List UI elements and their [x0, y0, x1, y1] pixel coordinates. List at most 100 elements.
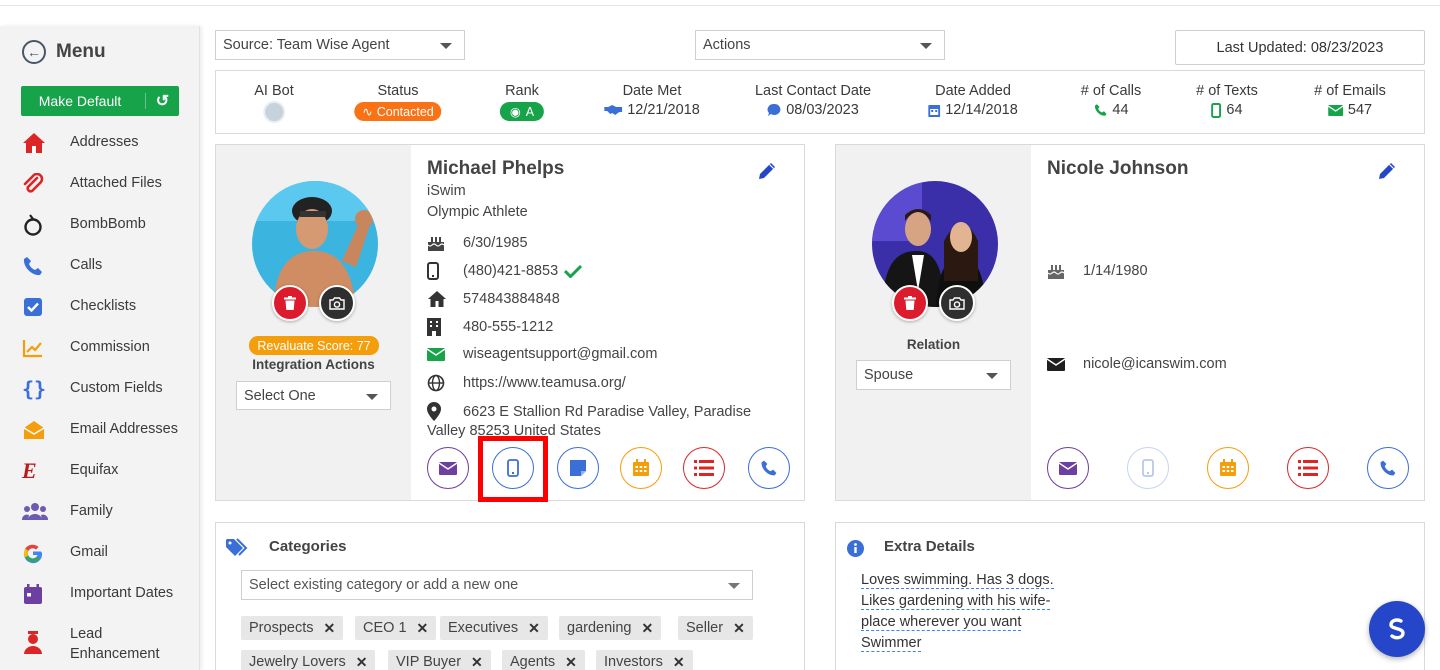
- stat-emails: # of Emails 547: [1314, 83, 1386, 118]
- remove-tag-icon[interactable]: ✕: [528, 620, 540, 637]
- relation-select[interactable]: Spouse: [856, 360, 1011, 390]
- delete-photo-button[interactable]: [892, 285, 928, 321]
- remove-tag-icon[interactable]: ✕: [733, 620, 745, 637]
- sidebar-item-label: Calls: [70, 257, 103, 273]
- call-action-button[interactable]: [748, 447, 790, 489]
- mobile-icon: [1211, 102, 1222, 118]
- email-action-button[interactable]: [1047, 447, 1089, 489]
- source-select[interactable]: Source: Team Wise Agent: [215, 30, 465, 60]
- sidebar-item-family[interactable]: Family: [22, 501, 180, 542]
- actions-select-value: Actions: [703, 37, 751, 53]
- sidebar-item-equifax[interactable]: E Equifax: [22, 458, 180, 501]
- stat-label: Date Met: [622, 83, 682, 99]
- stat-label: Rank: [505, 83, 539, 99]
- calendar-action-button[interactable]: [1207, 447, 1249, 489]
- integration-select[interactable]: Select One: [236, 381, 391, 410]
- back-arrow-icon[interactable]: ←: [22, 40, 46, 64]
- sidebar-item-bombbomb[interactable]: BombBomb: [22, 214, 180, 255]
- sidebar-item-attached-files[interactable]: Attached Files: [22, 173, 180, 214]
- upload-photo-button[interactable]: [319, 285, 355, 321]
- remove-tag-icon[interactable]: ✕: [673, 654, 685, 670]
- status-value: Contacted: [376, 104, 434, 119]
- verified-check-icon: [564, 264, 583, 278]
- edit-pencil-icon[interactable]: [757, 161, 777, 181]
- sidebar-item-commission[interactable]: Commission: [22, 337, 180, 378]
- remove-tag-icon[interactable]: ✕: [323, 620, 335, 637]
- envelope-icon: [1047, 357, 1065, 371]
- sidebar: ← Menu Make Default ↺ Addresses Attached…: [0, 26, 200, 670]
- calendar-icon: [1220, 459, 1236, 476]
- tag-label: Prospects: [249, 620, 314, 636]
- remove-tag-icon[interactable]: ✕: [417, 620, 429, 637]
- delete-photo-button[interactable]: [272, 285, 308, 321]
- revaluate-score-badge[interactable]: Revaluate Score: 77: [249, 336, 379, 355]
- phone-icon: [1380, 460, 1396, 476]
- task-list-action-button[interactable]: [1287, 447, 1329, 489]
- sidebar-item-addresses[interactable]: Addresses: [22, 132, 180, 173]
- home-icon: [22, 132, 48, 154]
- category-tag: Jewelry Lovers ✕: [241, 650, 376, 670]
- globe-icon: [427, 374, 445, 392]
- email-action-button[interactable]: [427, 447, 469, 489]
- remove-tag-icon[interactable]: ✕: [356, 654, 368, 670]
- email-value[interactable]: wiseagentsupport@gmail.com: [463, 346, 657, 362]
- sidebar-item-custom-fields[interactable]: {} Custom Fields: [22, 377, 180, 419]
- sidebar-item-gmail[interactable]: Gmail: [22, 542, 180, 583]
- category-tag: Seller ✕: [678, 616, 753, 640]
- stat-label: Status: [377, 83, 419, 99]
- remove-tag-icon[interactable]: ✕: [642, 620, 654, 637]
- menu-header[interactable]: ← Menu: [22, 40, 106, 64]
- birthday-value: 1/14/1980: [1083, 263, 1148, 279]
- calendar-action-button[interactable]: [620, 447, 662, 489]
- home-phone-value[interactable]: 574843884848: [463, 291, 560, 307]
- chevron-down-icon: [986, 373, 998, 379]
- sidebar-item-email-addresses[interactable]: Email Addresses: [22, 419, 180, 460]
- extra-details-text[interactable]: Loves swimming. Has 3 dogs. Likes garden…: [861, 570, 1054, 654]
- work-phone-value[interactable]: 480-555-1212: [463, 319, 553, 335]
- call-action-button[interactable]: [1367, 447, 1409, 489]
- braces-icon: {}: [22, 377, 48, 401]
- sidebar-item-label: Addresses: [70, 134, 139, 150]
- reset-icon: ↺: [155, 93, 170, 110]
- sidebar-item-lead-enhancement[interactable]: Lead Enhancement: [22, 624, 180, 665]
- birthday-row: 1/14/1980: [1047, 262, 1148, 280]
- remove-tag-icon[interactable]: ✕: [565, 654, 577, 670]
- task-list-action-button[interactable]: [683, 447, 725, 489]
- sidebar-item-checklists[interactable]: Checklists: [22, 296, 180, 337]
- remove-tag-icon[interactable]: ✕: [471, 654, 483, 670]
- sidebar-item-important-dates[interactable]: Important Dates: [22, 583, 180, 624]
- spouse-contact-card: Relation Spouse Nicole Johnson 1/14/1980…: [835, 144, 1425, 501]
- birthday-row: 6/30/1985: [427, 234, 528, 252]
- email-value[interactable]: nicole@icanswim.com: [1083, 356, 1227, 372]
- category-select[interactable]: Select existing category or add a new on…: [241, 570, 753, 600]
- categories-panel: Categories Select existing category or a…: [215, 522, 805, 670]
- extra-details-panel: Extra Details Loves swimming. Has 3 dogs…: [835, 522, 1425, 670]
- stat-last-contact: Last Contact Date 08/03/2023: [755, 83, 871, 118]
- calendar-icon: [928, 105, 941, 117]
- website-value[interactable]: https://www.teamusa.org/: [463, 375, 626, 391]
- edit-pencil-icon[interactable]: [1377, 161, 1397, 181]
- calls-value: 44: [1112, 102, 1129, 118]
- stat-date-added: Date Added 12/14/2018: [928, 83, 1018, 118]
- tag-label: Seller: [686, 620, 724, 636]
- make-default-button[interactable]: Make Default ↺: [21, 86, 179, 116]
- sidebar-item-label: Important Dates: [70, 585, 174, 601]
- stat-label: Date Added: [935, 83, 1011, 99]
- note-action-button[interactable]: [557, 447, 599, 489]
- chat-icon: [767, 103, 781, 116]
- sidebar-item-calls[interactable]: Calls: [22, 255, 180, 296]
- status-badge[interactable]: ∿ Contacted: [354, 102, 442, 121]
- make-default-label: Make Default: [21, 93, 146, 109]
- rank-badge[interactable]: ◉ A: [499, 102, 545, 121]
- actions-select[interactable]: Actions: [695, 30, 945, 60]
- relation-select-value: Spouse: [864, 367, 914, 383]
- bombbomb-icon: [22, 214, 48, 236]
- upload-photo-button[interactable]: [939, 285, 975, 321]
- camera-icon: [949, 296, 965, 310]
- date-met-value: 12/21/2018: [627, 102, 700, 118]
- mobile-value[interactable]: (480)421-8853: [463, 263, 558, 279]
- stat-label: Last Contact Date: [754, 83, 872, 99]
- text-action-button-disabled[interactable]: [1127, 447, 1169, 489]
- help-chat-button[interactable]: [1369, 601, 1425, 657]
- ai-bot-icon[interactable]: [263, 101, 285, 123]
